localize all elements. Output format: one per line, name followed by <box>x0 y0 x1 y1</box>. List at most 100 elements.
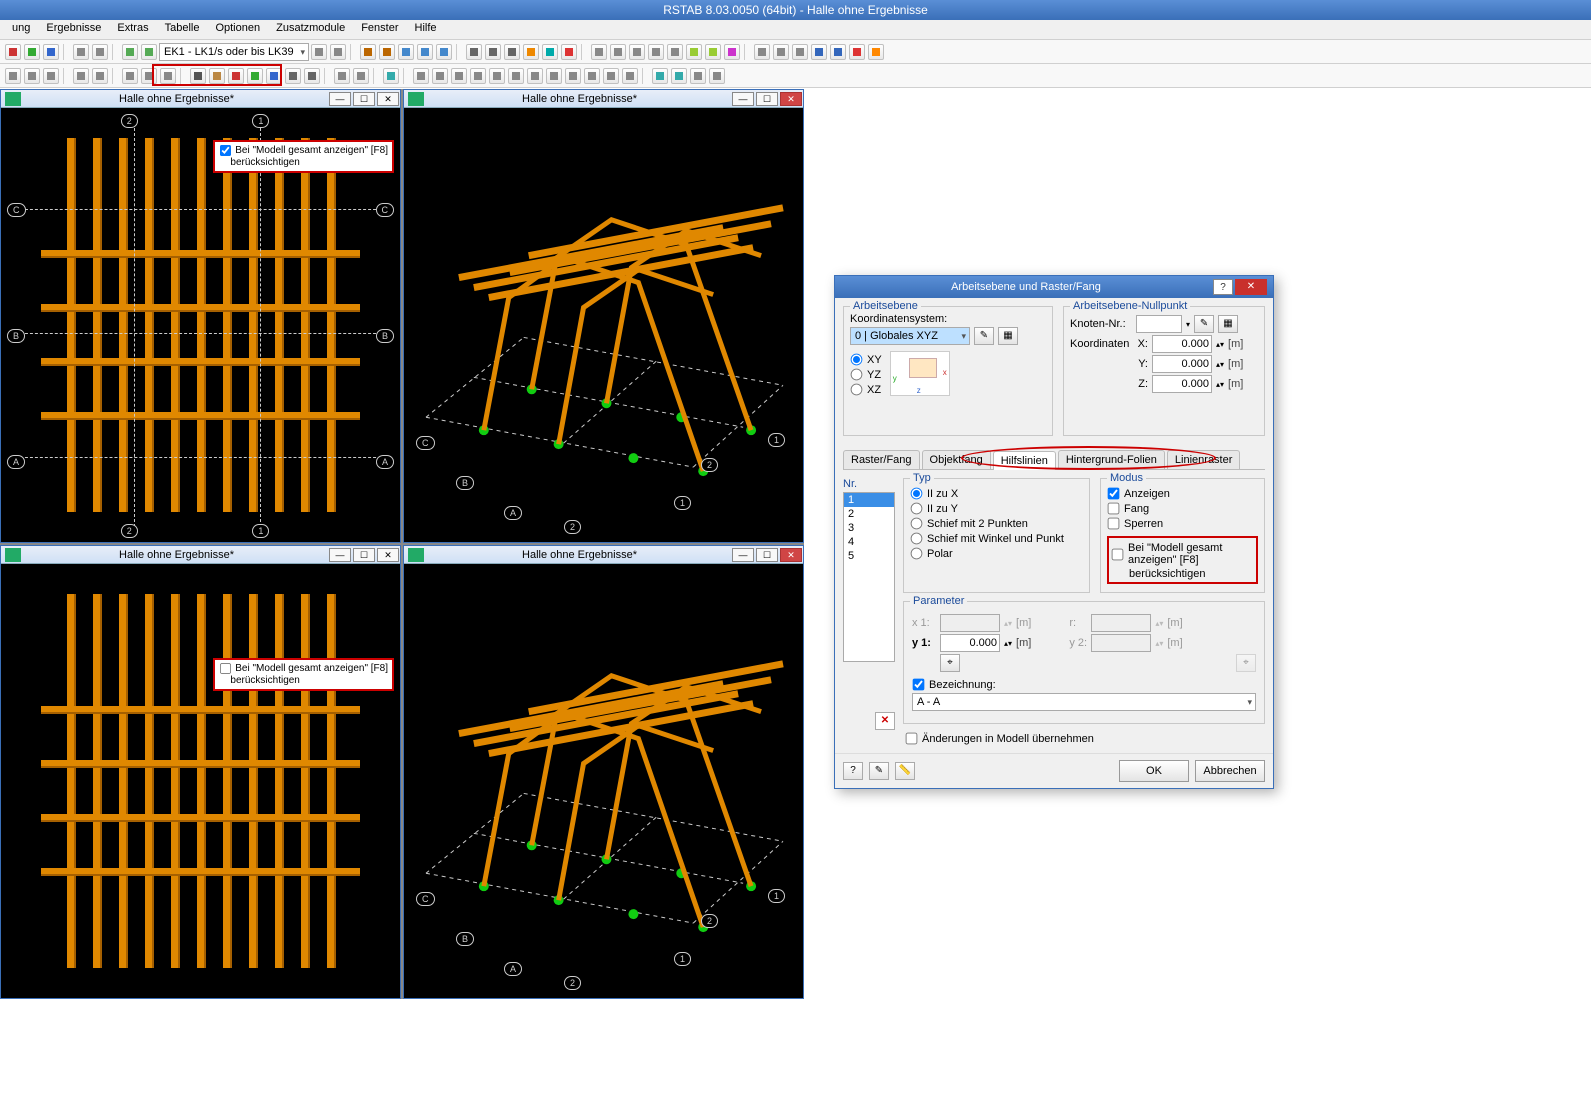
edit-icon[interactable]: ✎ <box>869 762 889 780</box>
view-tool-icon[interactable] <box>285 68 301 84</box>
tool-icon[interactable] <box>5 44 21 60</box>
tool-icon[interactable] <box>690 68 706 84</box>
modus-model-show-check[interactable] <box>1112 548 1124 560</box>
tool-icon[interactable] <box>360 44 376 60</box>
tool-icon[interactable] <box>379 44 395 60</box>
tool-icon[interactable] <box>489 68 505 84</box>
typ-radio[interactable] <box>911 518 923 530</box>
help-icon[interactable]: ? <box>843 762 863 780</box>
typ-radio[interactable] <box>911 503 923 515</box>
menu-item[interactable]: Extras <box>109 20 156 39</box>
tab-hilfslinien[interactable]: Hilfslinien <box>993 451 1056 470</box>
tool-icon[interactable] <box>470 68 486 84</box>
tool-icon[interactable] <box>485 44 501 60</box>
typ-radio[interactable] <box>911 533 923 545</box>
close-button[interactable]: ✕ <box>377 548 399 562</box>
list-item[interactable]: 4 <box>844 535 894 549</box>
close-button[interactable]: ✕ <box>1235 279 1267 295</box>
tool-icon[interactable] <box>43 68 59 84</box>
coord-y-field[interactable] <box>1152 355 1212 373</box>
tool-icon[interactable] <box>141 44 157 60</box>
dialog-titlebar[interactable]: Arbeitsebene und Raster/Fang ? ✕ <box>835 276 1273 298</box>
modus-sperren-check[interactable] <box>1108 518 1120 530</box>
maximize-button[interactable]: ☐ <box>353 92 375 106</box>
model-show-checkbox[interactable] <box>220 145 231 156</box>
view-canvas[interactable]: C B A 2 1 1 2 <box>404 564 803 998</box>
tool-icon[interactable] <box>561 44 577 60</box>
nodes-button[interactable]: ▦ <box>1218 315 1238 333</box>
tab-raster[interactable]: Raster/Fang <box>843 450 920 469</box>
plane-yz-radio[interactable] <box>851 369 863 381</box>
tool-icon[interactable] <box>508 68 524 84</box>
tool-icon[interactable] <box>754 44 770 60</box>
view-titlebar[interactable]: Halle ohne Ergebnisse* — ☐ ✕ <box>1 546 400 564</box>
list-item[interactable]: 3 <box>844 521 894 535</box>
tool-icon[interactable] <box>92 68 108 84</box>
tool-icon[interactable] <box>671 68 687 84</box>
tool-icon[interactable] <box>546 68 562 84</box>
tool-icon[interactable] <box>122 44 138 60</box>
menu-item[interactable]: ung <box>4 20 38 39</box>
maximize-button[interactable]: ☐ <box>756 548 778 562</box>
tool-icon[interactable] <box>466 44 482 60</box>
tool-icon[interactable] <box>5 68 21 84</box>
tool-icon[interactable] <box>811 44 827 60</box>
uebernehmen-check[interactable] <box>906 733 918 745</box>
view-y-icon[interactable] <box>247 68 263 84</box>
tab-objektfang[interactable]: Objektfang <box>922 450 991 469</box>
menu-item[interactable]: Fenster <box>353 20 406 39</box>
tab-hintergrund[interactable]: Hintergrund-Folien <box>1058 450 1165 469</box>
maximize-button[interactable]: ☐ <box>756 92 778 106</box>
y1-field[interactable] <box>940 634 1000 652</box>
tool-icon[interactable] <box>648 44 664 60</box>
typ-radio[interactable] <box>911 548 923 560</box>
tool-icon[interactable] <box>652 68 668 84</box>
menu-item[interactable]: Tabelle <box>157 20 208 39</box>
tool-icon[interactable] <box>383 68 399 84</box>
tool-icon[interactable] <box>603 68 619 84</box>
view-tool-icon[interactable] <box>209 68 225 84</box>
zoom-icon[interactable] <box>141 68 157 84</box>
menu-item[interactable]: Hilfe <box>407 20 445 39</box>
view-titlebar[interactable]: Halle ohne Ergebnisse* — ☐ ✕ <box>1 90 400 108</box>
units-icon[interactable]: 📏 <box>895 762 915 780</box>
model-show-checkbox[interactable] <box>220 663 231 674</box>
menu-item[interactable]: Zusatzmodule <box>268 20 353 39</box>
coord-x-field[interactable] <box>1152 335 1212 353</box>
tool-icon[interactable] <box>504 44 520 60</box>
tool-icon[interactable] <box>92 44 108 60</box>
ok-button[interactable]: OK <box>1119 760 1189 782</box>
tool-icon[interactable] <box>773 44 789 60</box>
view-titlebar[interactable]: Halle ohne Ergebnisse* — ☐ ✕ <box>404 546 803 564</box>
tool-icon[interactable] <box>398 44 414 60</box>
list-item[interactable]: 2 <box>844 507 894 521</box>
tool-icon[interactable] <box>24 44 40 60</box>
view-canvas[interactable]: Bei "Modell gesamt anzeigen" [F8] berück… <box>1 564 400 998</box>
zoom-icon[interactable] <box>122 68 138 84</box>
tool-icon[interactable] <box>705 44 721 60</box>
tool-icon[interactable] <box>527 68 543 84</box>
nr-list[interactable]: 1 2 3 4 5 <box>843 492 895 662</box>
koordsys-combo[interactable]: 0 | Globales XYZ <box>850 327 970 345</box>
close-button[interactable]: ✕ <box>780 548 802 562</box>
menu-item[interactable]: Ergebnisse <box>38 20 109 39</box>
view-canvas[interactable]: C B A 2 1 1 2 <box>404 108 803 542</box>
tool-icon[interactable] <box>584 68 600 84</box>
view-x-icon[interactable] <box>228 68 244 84</box>
minimize-button[interactable]: — <box>329 92 351 106</box>
tool-icon[interactable] <box>686 44 702 60</box>
tool-icon[interactable] <box>542 44 558 60</box>
tool-icon[interactable] <box>413 68 429 84</box>
tool-icon[interactable] <box>610 44 626 60</box>
tool-icon[interactable] <box>436 44 452 60</box>
tool-icon[interactable] <box>868 44 884 60</box>
loadcase-combo[interactable]: EK1 - LK1/s oder bis LK39 <box>159 43 309 61</box>
tool-icon[interactable] <box>622 68 638 84</box>
model-show-checkbox-overlay[interactable]: Bei "Modell gesamt anzeigen" [F8] berück… <box>215 660 392 689</box>
tool-icon[interactable] <box>724 44 740 60</box>
tool-icon[interactable] <box>353 68 369 84</box>
maximize-button[interactable]: ☐ <box>353 548 375 562</box>
close-button[interactable]: ✕ <box>377 92 399 106</box>
tool-icon[interactable] <box>24 68 40 84</box>
view-titlebar[interactable]: Halle ohne Ergebnisse* — ☐ ✕ <box>404 90 803 108</box>
